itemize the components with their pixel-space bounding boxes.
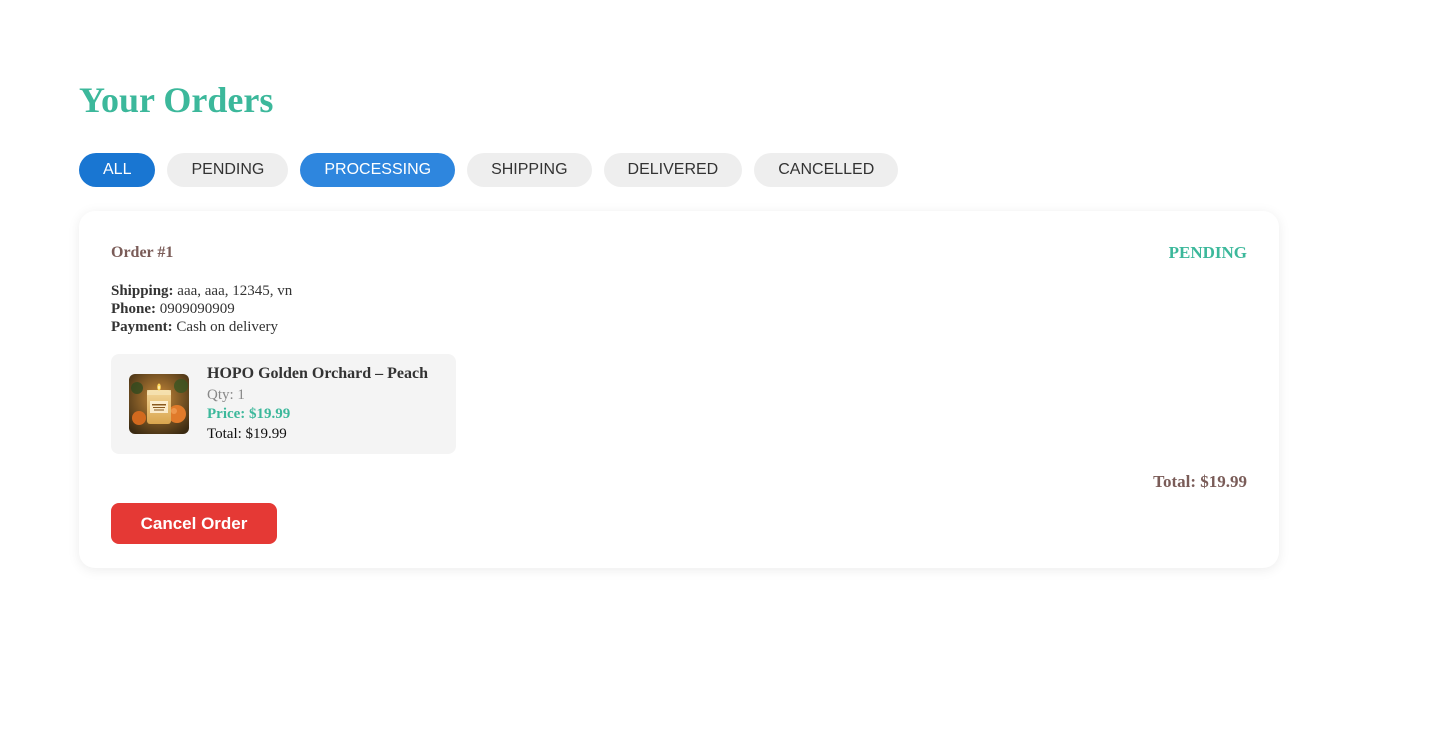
order-total: Total: $19.99	[1153, 472, 1247, 491]
item-name: HOPO Golden Orchard – Peach	[207, 365, 429, 382]
status-badge: PENDING	[1168, 243, 1247, 262]
status-filter-bar: ALL PENDING PROCESSING SHIPPING DELIVERE…	[79, 153, 899, 187]
phone-value: 0909090909	[156, 301, 235, 317]
shipping-row: Shipping: aaa, aaa, 12345, vn	[111, 282, 292, 300]
filter-processing-button[interactable]: PROCESSING	[300, 153, 456, 187]
phone-row: Phone: 0909090909	[111, 300, 292, 318]
order-card: Order #1 PENDING Shipping: aaa, aaa, 123…	[79, 211, 1279, 568]
cancel-order-button[interactable]: Cancel Order	[111, 503, 277, 544]
payment-row: Payment: Cash on delivery	[111, 318, 292, 336]
item-total: Total: $19.99	[207, 426, 287, 442]
shipping-value: aaa, aaa, 12345, vn	[173, 283, 293, 299]
filter-shipping-button[interactable]: SHIPPING	[467, 153, 592, 187]
item-price: Price: $19.99	[207, 406, 291, 422]
order-item: HOPO Golden Orchard – Peach Qty: 1 Price…	[111, 354, 456, 454]
filter-pending-button[interactable]: PENDING	[167, 153, 289, 187]
page-title: Your Orders	[79, 80, 274, 120]
peach-candle-icon	[129, 374, 189, 434]
filter-delivered-button[interactable]: DELIVERED	[603, 153, 743, 187]
order-details: Shipping: aaa, aaa, 12345, vn Phone: 090…	[111, 282, 292, 336]
filter-all-button[interactable]: ALL	[79, 153, 156, 187]
item-quantity: Qty: 1	[207, 387, 245, 403]
order-id: Order #1	[111, 244, 174, 261]
product-image	[129, 374, 189, 434]
payment-value: Cash on delivery	[172, 319, 279, 335]
payment-label: Payment:	[111, 319, 173, 335]
phone-label: Phone:	[111, 301, 156, 317]
filter-cancelled-button[interactable]: CANCELLED	[754, 153, 899, 187]
shipping-label: Shipping:	[111, 283, 174, 299]
